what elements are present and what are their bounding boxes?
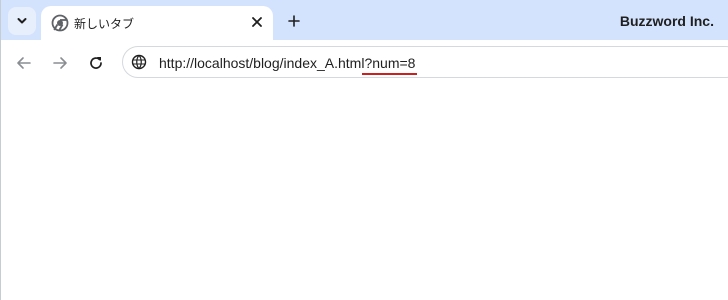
tab-title: 新しいタブ (74, 17, 135, 31)
new-tab-button[interactable] (283, 10, 305, 32)
reload-icon (90, 57, 102, 69)
page-content (1, 85, 728, 300)
chevron-down-icon (17, 18, 27, 24)
reload-button[interactable] (84, 51, 108, 75)
arrow-right-icon (53, 57, 67, 69)
url-text[interactable]: http://localhost/blog/index_A.html?num=8 (159, 55, 418, 75)
plus-icon (288, 15, 300, 27)
tab-strip: 新しいタブ Buzzword Inc. (1, 0, 728, 40)
globe-icon[interactable] (131, 54, 147, 70)
browser-toolbar: http://localhost/blog/index_A.html?num=8 (1, 40, 728, 85)
chrome-icon (51, 14, 69, 32)
back-button[interactable] (12, 51, 36, 75)
brand-label: Buzzword Inc. (619, 13, 714, 29)
close-icon (252, 17, 262, 27)
arrow-left-icon (17, 57, 31, 69)
browser-window: 新しいタブ Buzzword Inc. http://localhost/blo… (0, 0, 728, 300)
tab-search-button[interactable] (8, 7, 36, 35)
active-tab[interactable]: 新しいタブ (41, 6, 273, 40)
url-base: http://localhost/blog/index_A.html (159, 55, 365, 71)
tab-close-button[interactable] (247, 12, 267, 32)
address-bar[interactable]: http://localhost/blog/index_A.html?num=8 (122, 46, 728, 78)
url-query-underlined: ?num=8 (362, 55, 418, 75)
forward-button[interactable] (48, 51, 72, 75)
